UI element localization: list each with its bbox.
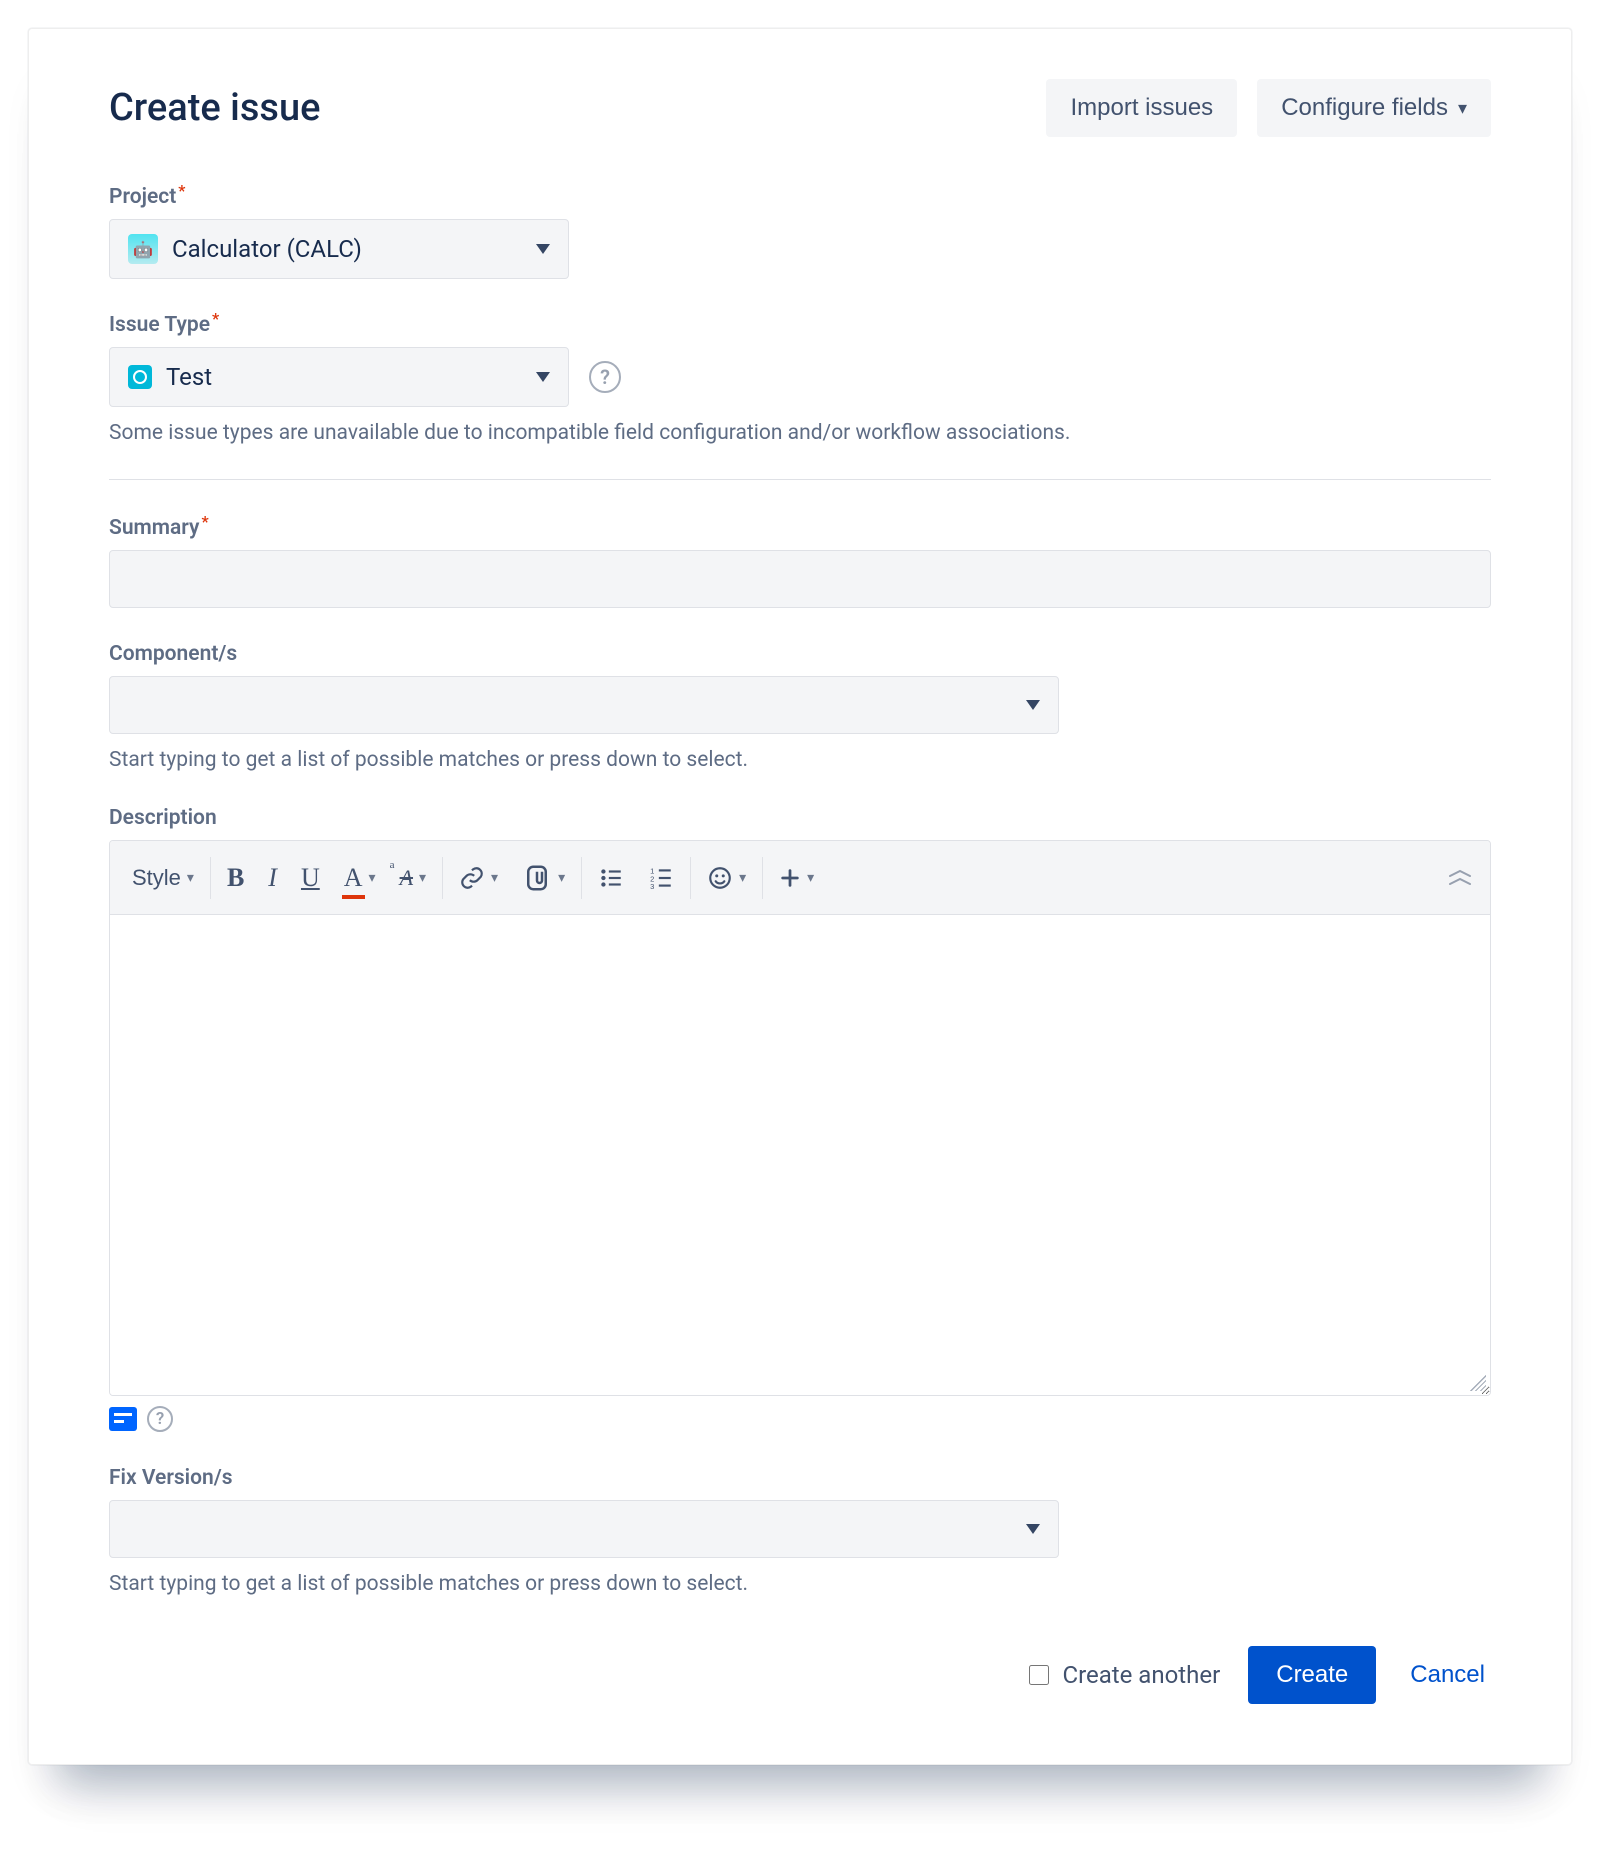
chevron-down-icon: ▾ (419, 869, 426, 886)
collapse-icon (1446, 868, 1474, 888)
chevron-down-icon: ▾ (807, 869, 814, 886)
field-group-project: Project * 🤖 Calculator (CALC) (109, 185, 1491, 279)
section-divider (109, 479, 1491, 480)
bullet-list-icon (598, 865, 624, 891)
cancel-button[interactable]: Cancel (1404, 1660, 1491, 1690)
issue-type-icon (128, 365, 152, 389)
dropdown-caret-icon (1026, 700, 1040, 710)
issue-type-label-text: Issue Type (109, 313, 210, 337)
dialog-header: Create issue Import issues Configure fie… (109, 79, 1491, 137)
bold-button[interactable]: B (215, 841, 256, 914)
visual-mode-button[interactable] (109, 1407, 137, 1431)
project-label: Project * (109, 185, 1491, 209)
chevron-down-icon: ▾ (739, 869, 746, 886)
field-group-description: Description Style ▾ B I U A ▾ (109, 806, 1491, 1432)
emoji-icon (707, 865, 733, 891)
toolbar-separator (442, 857, 443, 899)
editor-toolbar: Style ▾ B I U A ▾ a A (110, 841, 1490, 915)
create-button[interactable]: Create (1248, 1646, 1376, 1704)
create-another-checkbox[interactable]: Create another (1025, 1661, 1220, 1689)
project-label-text: Project (109, 185, 176, 209)
components-select[interactable] (109, 676, 1059, 734)
plus-icon (779, 867, 801, 889)
required-asterisk: * (201, 514, 208, 530)
underline-button[interactable]: U (289, 841, 332, 914)
resize-handle[interactable] (1470, 1375, 1486, 1391)
components-label-text: Component/s (109, 642, 237, 666)
editor-footer: ? (109, 1406, 1491, 1432)
editor-help-icon[interactable]: ? (147, 1406, 173, 1432)
dropdown-caret-icon (536, 372, 550, 382)
field-group-issue-type: Issue Type * Test ? Some issue types are… (109, 313, 1491, 445)
emoji-button[interactable]: ▾ (695, 841, 758, 914)
dialog-footer: Create another Create Cancel (109, 1646, 1491, 1704)
attachment-icon (522, 863, 552, 893)
cancel-button-label: Cancel (1410, 1661, 1485, 1688)
header-actions: Import issues Configure fields ▾ (1046, 79, 1491, 137)
text-color-letter-icon: A (344, 863, 363, 893)
configure-fields-button[interactable]: Configure fields ▾ (1257, 79, 1491, 137)
configure-fields-label: Configure fields (1281, 94, 1448, 122)
components-hint: Start typing to get a list of possible m… (109, 748, 1491, 772)
issue-type-help-icon[interactable]: ? (589, 361, 621, 393)
project-select[interactable]: 🤖 Calculator (CALC) (109, 219, 569, 279)
field-group-components: Component/s Start typing to get a list o… (109, 642, 1491, 772)
style-dropdown-button[interactable]: Style ▾ (120, 841, 206, 914)
issue-type-select[interactable]: Test (109, 347, 569, 407)
dialog-title: Create issue (109, 86, 320, 130)
description-label-text: Description (109, 806, 217, 830)
project-select-value: Calculator (CALC) (172, 235, 362, 263)
toolbar-separator (762, 857, 763, 899)
chevron-down-icon: ▾ (491, 869, 498, 886)
project-avatar-icon: 🤖 (128, 234, 158, 264)
fix-versions-label: Fix Version/s (109, 1466, 1491, 1490)
numbered-list-icon: 123 (648, 865, 674, 891)
description-editor: Style ▾ B I U A ▾ a A (109, 840, 1491, 1396)
issue-type-hint: Some issue types are unavailable due to … (109, 421, 1491, 445)
link-button[interactable]: ▾ (447, 841, 510, 914)
create-issue-dialog: Create issue Import issues Configure fie… (28, 28, 1572, 1765)
dropdown-caret-icon (1026, 1524, 1040, 1534)
numbered-list-button[interactable]: 123 (636, 841, 686, 914)
required-asterisk: * (178, 183, 185, 199)
clear-formatting-button[interactable]: a A ▾ (388, 841, 438, 914)
components-label: Component/s (109, 642, 1491, 666)
dropdown-caret-icon (536, 244, 550, 254)
description-label: Description (109, 806, 1491, 830)
toolbar-separator (690, 857, 691, 899)
toolbar-separator (210, 857, 211, 899)
create-button-label: Create (1276, 1661, 1348, 1688)
create-another-input[interactable] (1029, 1665, 1049, 1685)
bullet-list-button[interactable] (586, 841, 636, 914)
fix-versions-select[interactable] (109, 1500, 1059, 1558)
italic-button[interactable]: I (256, 841, 289, 914)
create-another-label: Create another (1062, 1661, 1220, 1689)
text-color-button[interactable]: A ▾ (332, 841, 388, 914)
required-asterisk: * (212, 311, 219, 327)
svg-text:3: 3 (650, 881, 654, 890)
summary-input[interactable] (109, 550, 1491, 608)
import-issues-label: Import issues (1070, 94, 1213, 122)
import-issues-button[interactable]: Import issues (1046, 79, 1237, 137)
link-icon (459, 865, 485, 891)
summary-label: Summary * (109, 516, 1491, 540)
description-textarea[interactable] (110, 915, 1490, 1395)
collapse-toolbar-button[interactable] (1446, 868, 1474, 888)
issue-type-label: Issue Type * (109, 313, 1491, 337)
fix-versions-label-text: Fix Version/s (109, 1466, 233, 1490)
style-label: Style (132, 865, 181, 891)
fix-versions-hint: Start typing to get a list of possible m… (109, 1572, 1491, 1596)
chevron-down-icon: ▾ (1458, 98, 1467, 119)
chevron-down-icon: ▾ (369, 869, 376, 886)
field-group-fix-versions: Fix Version/s Start typing to get a list… (109, 1466, 1491, 1596)
summary-label-text: Summary (109, 516, 199, 540)
chevron-down-icon: ▾ (558, 869, 565, 886)
issue-type-select-value: Test (166, 363, 212, 391)
toolbar-separator (581, 857, 582, 899)
insert-more-button[interactable]: ▾ (767, 841, 826, 914)
field-group-summary: Summary * (109, 516, 1491, 608)
chevron-down-icon: ▾ (187, 869, 194, 886)
attachment-button[interactable]: ▾ (510, 841, 577, 914)
